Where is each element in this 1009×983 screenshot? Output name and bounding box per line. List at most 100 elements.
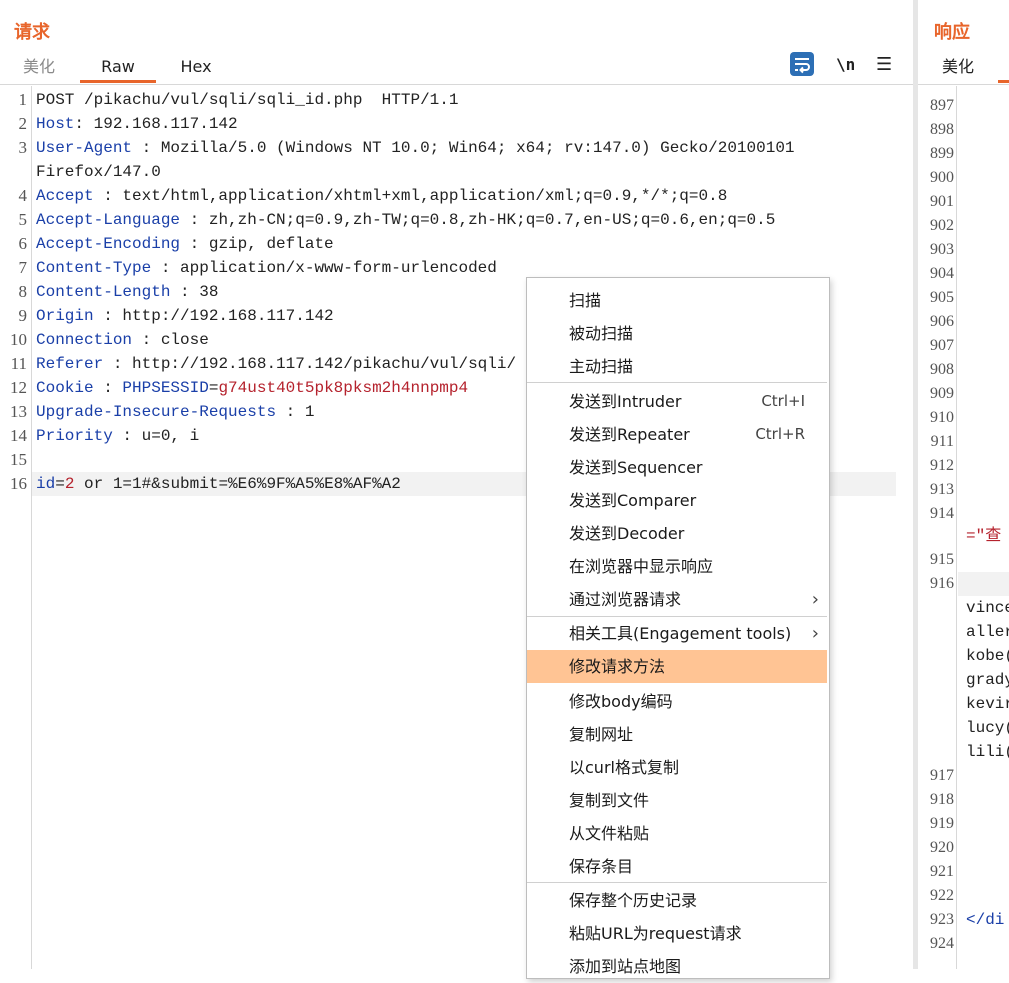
header-name: Cookie	[36, 379, 94, 397]
response-code-line: vince	[966, 599, 1009, 617]
header-value: : 1	[276, 403, 315, 421]
line-number: 922	[930, 887, 954, 904]
cookie-line: Cookie : PHPSESSID=g74ust40t5pk8pksm2h4n…	[36, 376, 468, 400]
header-name: User-Agent	[36, 139, 133, 157]
tab-raw[interactable]: Raw	[80, 50, 156, 83]
header-value: : close	[132, 331, 209, 349]
menu-item-save-history[interactable]: 保存整个历史记录	[527, 884, 827, 917]
header-value: Firefox/147.0	[36, 163, 161, 181]
menu-item-send-to-sequencer[interactable]: 发送到Sequencer	[527, 451, 827, 484]
response-editor[interactable]: 897 898 899 900 901 902 903 904 905 906 …	[918, 86, 1009, 969]
header-name: Origin	[36, 307, 94, 325]
menu-item-change-request-method[interactable]: 修改请求方法	[527, 650, 827, 683]
tab-raw[interactable]	[998, 50, 1009, 83]
header-name: Priority	[36, 427, 113, 445]
line-number: 910	[930, 409, 954, 426]
cookie-equals: =	[208, 379, 219, 397]
line-number: 898	[930, 121, 954, 138]
line-number: 917	[930, 767, 954, 784]
line-number: 908	[930, 361, 954, 378]
line-number: 907	[930, 337, 954, 354]
response-code-line: lili(	[966, 743, 1009, 761]
line-number: 901	[930, 193, 954, 210]
menu-item-show-response-in-browser[interactable]: 在浏览器中显示响应	[527, 550, 827, 583]
body-line: id=2 or 1=1#&submit=%E6%9F%A5%E8%AF%A2	[36, 472, 401, 496]
line-number: 6	[18, 234, 28, 253]
line-number: 911	[930, 433, 954, 450]
header-line: Origin : http://192.168.117.142	[36, 304, 334, 328]
line-number: 902	[930, 217, 954, 234]
line-number: 13	[10, 402, 27, 421]
menu-item-send-to-repeater[interactable]: 发送到Repeater Ctrl+R	[527, 418, 827, 451]
header-line: User-Agent : Mozilla/5.0 (Windows NT 10.…	[36, 136, 795, 160]
response-code-line: </di	[966, 911, 1005, 929]
header-name: Accept-Encoding	[36, 235, 181, 253]
show-newlines-button[interactable]: \n	[836, 52, 855, 78]
menu-item-send-to-intruder[interactable]: 发送到Intruder Ctrl+I	[527, 385, 827, 418]
menu-item-change-body-encoding[interactable]: 修改body编码	[527, 685, 827, 718]
menu-item-passive-scan[interactable]: 被动扫描	[527, 317, 827, 350]
line-number: 14	[10, 426, 27, 445]
menu-item-send-to-comparer[interactable]: 发送到Comparer	[527, 484, 827, 517]
line-number: 5	[18, 210, 28, 229]
body-rest: or 1=1#&submit=%E6%9F%A5%E8%AF%A2	[74, 475, 401, 493]
menu-item-copy-url[interactable]: 复制网址	[527, 718, 827, 751]
header-value: : http://192.168.117.142	[93, 307, 334, 325]
line-number: 16	[10, 474, 27, 493]
menu-item-send-to-decoder[interactable]: 发送到Decoder	[527, 517, 827, 550]
header-name: Accept-Language	[36, 211, 181, 229]
request-line: POST /pikachu/vul/sqli/sqli_id.php HTTP/…	[36, 88, 458, 112]
header-value: : zh,zh-CN;q=0.9,zh-TW;q=0.8,zh-HK;q=0.7…	[180, 211, 776, 229]
line-number: 912	[930, 457, 954, 474]
menu-item-add-to-site-map[interactable]: 添加到站点地图	[527, 950, 827, 983]
header-value: : 38	[170, 283, 219, 301]
response-code-line: ="查	[966, 527, 1002, 545]
request-tabs: 美化 Raw Hex	[0, 50, 913, 85]
menu-item-copy-as-curl[interactable]: 以curl格式复制	[527, 751, 827, 784]
menu-item-scan[interactable]: 扫描	[527, 284, 827, 317]
line-number: 10	[10, 330, 27, 349]
line-number: 15	[10, 450, 27, 469]
tab-hex[interactable]: Hex	[166, 50, 226, 83]
menu-item-copy-to-file[interactable]: 复制到文件	[527, 784, 827, 817]
response-code-line: grady	[966, 671, 1009, 689]
menu-item-request-in-browser[interactable]: 通过浏览器请求 ›	[527, 583, 827, 616]
response-code-line: kobe(	[966, 647, 1009, 665]
menu-item-save-item[interactable]: 保存条目	[527, 850, 827, 883]
tab-pretty[interactable]: 美化	[10, 50, 68, 83]
line-number: 916	[930, 575, 954, 592]
menu-item-paste-url-as-request[interactable]: 粘贴URL为request请求	[527, 917, 827, 950]
header-value: : text/html,application/xhtml+xml,applic…	[93, 187, 728, 205]
menu-item-paste-from-file[interactable]: 从文件粘贴	[527, 817, 827, 850]
line-number: 921	[930, 863, 954, 880]
line-number: 7	[18, 258, 28, 277]
header-name: Upgrade-Insecure-Requests	[36, 403, 277, 421]
tab-pretty[interactable]: 美化	[930, 50, 986, 83]
header-name: Connection	[36, 331, 133, 349]
line-number: 12	[10, 378, 27, 397]
line-number: 8	[18, 282, 28, 301]
header-line: Accept-Encoding : gzip, deflate	[36, 232, 334, 256]
body-equals: =	[55, 475, 65, 493]
menu-separator	[527, 882, 827, 883]
line-number: 914	[930, 505, 954, 522]
response-code-line: kevir	[966, 695, 1009, 713]
header-value: : 192.168.117.142	[74, 115, 238, 133]
wrap-lines-icon[interactable]	[790, 52, 814, 76]
response-code-line: aller	[966, 623, 1009, 641]
cookie-name: PHPSESSID	[122, 379, 209, 397]
menu-item-active-scan[interactable]: 主动扫描	[527, 350, 827, 383]
line-number: 913	[930, 481, 954, 498]
header-name: Referer	[36, 355, 104, 373]
line-number: 9	[18, 306, 28, 325]
line-number: 897	[930, 97, 954, 114]
header-value: : http://192.168.117.142/pikachu/vul/sql…	[103, 355, 517, 373]
line-number: 906	[930, 313, 954, 330]
header-name: Content-Length	[36, 283, 171, 301]
line-number: 900	[930, 169, 954, 186]
response-title: 响应	[934, 22, 970, 43]
menu-item-engagement-tools[interactable]: 相关工具(Engagement tools) ›	[527, 617, 827, 650]
header-name: Host	[36, 115, 75, 133]
hamburger-menu-icon[interactable]: ☰	[876, 52, 892, 78]
body-param-name: id	[36, 475, 56, 493]
